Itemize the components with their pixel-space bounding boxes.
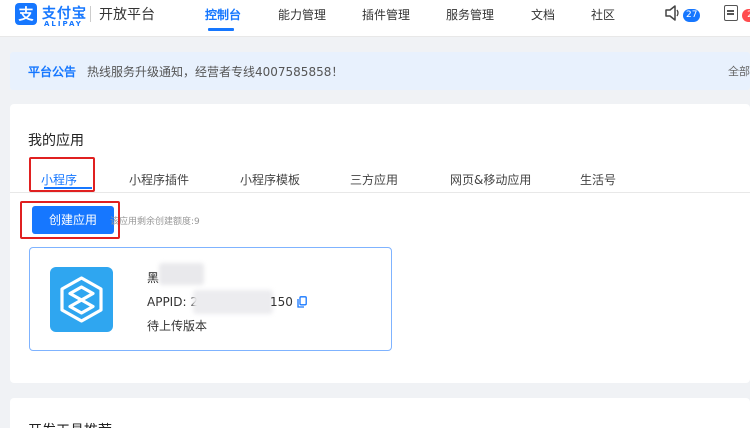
app-logo-icon [50, 267, 113, 332]
highlight-box-tab [29, 157, 95, 192]
app-id-redacted [193, 290, 273, 314]
highlight-box-create [20, 201, 120, 239]
app-name-redacted [159, 263, 204, 285]
copy-icon[interactable] [297, 296, 307, 308]
nav-docs[interactable]: 文档 [531, 6, 555, 23]
app-id-label: APPID: 2 [147, 295, 198, 309]
tabs-divider [10, 192, 750, 193]
notice-link[interactable]: 热线服务升级通知，经营者专线4007585858！ [87, 63, 343, 80]
dev-tools-title: 开发工具推荐 [28, 420, 112, 428]
logo-divider [90, 6, 91, 22]
my-apps-title: 我的应用 [28, 133, 84, 149]
message-speaker-icon[interactable] [664, 5, 682, 21]
tab-life-account[interactable]: 生活号 [580, 171, 616, 188]
tab-mini-program-plugin[interactable]: 小程序插件 [129, 171, 189, 188]
top-nav-bar: 支 支付宝 ALIPAY 开放平台 控制台 能力管理 插件管理 服务管理 文档 … [0, 0, 750, 37]
nav-active-indicator [208, 28, 234, 31]
alipay-logo-icon[interactable]: 支 [15, 3, 37, 25]
platform-notice-bar: 平台公告 热线服务升级通知，经营者专线4007585858！ 全部 [10, 52, 750, 90]
nav-service-management[interactable]: 服务管理 [446, 6, 494, 23]
notice-all-link[interactable]: 全部 [728, 63, 750, 79]
dev-tools-card: 开发工具推荐 [10, 398, 750, 428]
tab-mini-program-template[interactable]: 小程序模板 [240, 171, 300, 188]
app-card[interactable]: 黑 APPID: 2 150 待上传版本 [29, 247, 392, 351]
tab-web-mobile-app[interactable]: 网页&移动应用 [450, 171, 531, 188]
message-count-badge: 27 [683, 9, 701, 22]
logo-subtext: ALIPAY [44, 20, 83, 28]
nav-plugin-management[interactable]: 插件管理 [362, 6, 410, 23]
nav-capability-management[interactable]: 能力管理 [278, 6, 326, 23]
app-name: 黑 [147, 271, 160, 285]
app-id-suffix: 150 [270, 295, 293, 309]
platform-title[interactable]: 开放平台 [99, 4, 155, 24]
notice-title: 平台公告 [28, 65, 77, 79]
my-apps-card: 我的应用 小程序 小程序插件 小程序模板 三方应用 网页&移动应用 生活号 创建… [10, 104, 750, 383]
nav-community[interactable]: 社区 [591, 6, 615, 23]
nav-console[interactable]: 控制台 [205, 6, 241, 23]
todo-document-icon[interactable] [724, 5, 738, 21]
todo-count-badge: 2 [742, 9, 750, 22]
remaining-quota-text: 该应用剩余创建额度:9 [110, 217, 200, 227]
tab-third-party-app[interactable]: 三方应用 [350, 171, 398, 188]
app-status: 待上传版本 [147, 319, 208, 333]
